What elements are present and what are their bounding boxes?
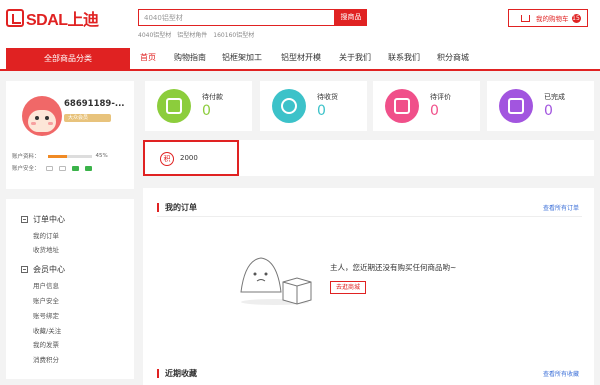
member-center-label: 会员中心 <box>33 265 65 274</box>
avatar-eye <box>35 116 39 120</box>
account-security-label: 账户安全： <box>12 166 40 172</box>
avatar-blush <box>48 122 53 125</box>
profile-card: 68691189-... 大众会员 账户资料： 45% 账户安全： <box>6 81 134 189</box>
sidebar-item-favorites[interactable]: 收藏/关注 <box>33 325 61 335</box>
cart-count-badge: 15 <box>571 13 581 23</box>
status-value: 0 <box>430 103 439 119</box>
mascot-eye <box>253 272 257 276</box>
check-bag-glyph <box>508 98 524 114</box>
nav-item-frame-processing[interactable]: 铝框架加工 <box>222 52 262 63</box>
points-value: 2000 <box>180 154 198 162</box>
status-card-pending-payment[interactable]: 待付款 0 <box>145 81 252 131</box>
points-strip <box>239 140 594 176</box>
site-header: SDAL上迪 4040铝型材 搜商品 4040铝型材 铝型材角件 160160铝… <box>0 0 600 45</box>
status-card-completed[interactable]: 已完成 0 <box>487 81 594 131</box>
logo-mark-icon <box>6 9 24 27</box>
pencil-glyph <box>394 98 410 114</box>
sidebar-menu: 订单中心 我的订单 收货地址 会员中心 用户信息 账户安全 账号绑定 收藏/关注… <box>6 199 134 379</box>
cart-button[interactable]: 我的购物车 15 <box>508 9 588 27</box>
wallet-glyph <box>166 98 182 114</box>
nav-item-contact-us[interactable]: 联系我们 <box>388 52 420 63</box>
hotword-link[interactable]: 160160铝型材 <box>213 30 254 39</box>
status-value: 0 <box>544 103 553 119</box>
shield-icon[interactable] <box>84 165 92 171</box>
sidebar-item-invoices[interactable]: 我的发票 <box>33 339 59 349</box>
points-box[interactable]: 积 2000 <box>143 140 239 176</box>
mascot-eye <box>264 272 268 276</box>
site-logo[interactable]: SDAL上迪 <box>6 9 99 29</box>
logo-text: SDAL上迪 <box>26 12 99 29</box>
account-security-row: 账户安全： <box>12 164 92 172</box>
check-bag-icon <box>499 89 533 123</box>
mascot-body <box>240 257 282 293</box>
order-center-heading[interactable]: 订单中心 <box>21 214 65 225</box>
view-all-favorites-link[interactable]: 查看所有收藏 <box>543 369 579 378</box>
my-orders-panel: 我的订单 查看所有订单 主人，您近期还没有购买任何商品哟~ 去逛商城 <box>143 188 594 373</box>
status-value: 0 <box>202 103 211 119</box>
email-icon[interactable] <box>45 165 53 171</box>
collapse-icon[interactable] <box>21 216 28 223</box>
sidebar-item-address[interactable]: 收货地址 <box>33 244 59 254</box>
phone-icon[interactable] <box>58 165 66 171</box>
account-progress-fill <box>47 154 68 158</box>
sidebar-item-points[interactable]: 消费积分 <box>33 354 59 364</box>
nav-item-shopping-guide[interactable]: 购物指南 <box>174 52 206 63</box>
status-label: 待付款 <box>202 93 223 101</box>
hotword-link[interactable]: 4040铝型材 <box>138 30 171 39</box>
nav-item-home[interactable]: 首页 <box>140 52 156 63</box>
sidebar-item-account-binding[interactable]: 账号绑定 <box>33 310 59 320</box>
nav-item-points-mall[interactable]: 积分商城 <box>437 52 469 63</box>
sidebar-item-user-info[interactable]: 用户信息 <box>33 280 59 290</box>
sidebar-item-account-security[interactable]: 账户安全 <box>33 295 59 305</box>
order-center-label: 订单中心 <box>33 215 65 224</box>
collapse-icon[interactable] <box>21 266 28 273</box>
account-info-label: 账户资料： <box>12 154 40 160</box>
account-progress-text: 45% <box>95 153 108 159</box>
go-shopping-button[interactable]: 去逛商城 <box>330 281 366 294</box>
my-orders-title: 我的订单 <box>157 202 197 213</box>
status-label: 待收货 <box>317 93 338 101</box>
pencil-icon <box>385 89 419 123</box>
username: 68691189-... <box>64 99 125 109</box>
empty-orders-text: 主人，您近期还没有购买任何商品哟~ <box>330 263 457 272</box>
truck-icon <box>272 89 306 123</box>
account-info-row: 账户资料： 45% <box>12 152 108 160</box>
hot-search-words: 4040铝型材 铝型材角件 160160铝型材 <box>138 30 254 39</box>
avatar-eye <box>45 116 49 120</box>
status-label: 已完成 <box>544 93 565 101</box>
hotword-link[interactable]: 铝型材角件 <box>177 30 207 39</box>
recent-favorites-panel: 近期收藏 查看所有收藏 <box>143 360 594 385</box>
recent-favorites-title: 近期收藏 <box>157 368 197 379</box>
truck-glyph <box>281 98 297 114</box>
all-categories-button[interactable]: 全部商品分类 <box>6 48 130 69</box>
account-progress-bar <box>47 154 92 158</box>
lock-icon[interactable] <box>71 165 79 171</box>
avatar-face <box>28 110 56 132</box>
search-input[interactable]: 4040铝型材 <box>138 9 335 26</box>
empty-box-illustration <box>240 257 312 305</box>
status-value: 0 <box>317 103 326 119</box>
sidebar-item-my-orders[interactable]: 我的订单 <box>33 230 59 240</box>
divider <box>157 216 582 217</box>
cart-icon <box>521 14 530 22</box>
avatar[interactable] <box>22 96 62 136</box>
search-button[interactable]: 搜商品 <box>335 9 367 26</box>
wallet-icon <box>157 89 191 123</box>
status-card-pending-receipt[interactable]: 待收货 0 <box>260 81 367 131</box>
nav-item-about-us[interactable]: 关于我们 <box>339 52 371 63</box>
member-center-heading[interactable]: 会员中心 <box>21 264 65 275</box>
status-label: 待评价 <box>430 93 451 101</box>
main-nav: 全部商品分类 首页 购物指南 铝框架加工 铝型材开模 关于我们 联系我们 积分商… <box>0 45 600 71</box>
points-icon: 积 <box>160 152 174 166</box>
avatar-blush <box>31 122 36 125</box>
view-all-orders-link[interactable]: 查看所有订单 <box>543 203 579 212</box>
status-card-pending-review[interactable]: 待评价 0 <box>373 81 480 131</box>
nav-item-profile-mold[interactable]: 铝型材开模 <box>281 52 321 63</box>
member-level-badge: 大众会员 <box>64 114 111 122</box>
cart-label: 我的购物车 <box>536 15 569 23</box>
